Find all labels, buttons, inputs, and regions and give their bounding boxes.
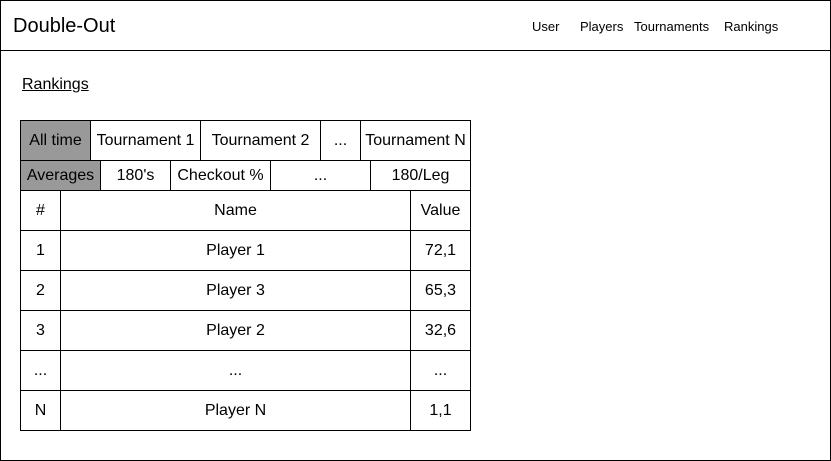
tab-label: All time — [29, 131, 82, 149]
cell-text: 2 — [36, 281, 45, 299]
header-label: Value — [420, 201, 461, 219]
tab-label: Tournament 2 — [211, 131, 310, 149]
cell-text: N — [34, 401, 47, 419]
header-label: # — [36, 201, 45, 219]
cell-text: 1,1 — [429, 401, 452, 419]
tab-180s[interactable]: 180's — [100, 160, 171, 191]
tab-label: Tournament N — [365, 131, 466, 149]
column-header-rank: # — [20, 190, 61, 231]
tab-180-per-leg[interactable]: 180/Leg — [370, 160, 471, 191]
column-header-value: Value — [410, 190, 471, 231]
tab-label: Tournament 1 — [96, 131, 195, 149]
tab-tournament-2[interactable]: Tournament 2 — [200, 120, 321, 161]
cell-text: 3 — [36, 321, 45, 339]
cell-text: Player 2 — [206, 321, 265, 339]
cell-text: Player N — [204, 401, 267, 419]
rank-cell: 3 — [20, 310, 61, 351]
cell-text: Player 1 — [206, 241, 265, 259]
tab-tournament-n[interactable]: Tournament N — [360, 120, 471, 161]
page-title[interactable]: Rankings — [22, 76, 89, 94]
value-cell: 1,1 — [410, 390, 471, 431]
cell-text: ... — [433, 361, 448, 379]
nav-user[interactable]: User — [532, 19, 559, 34]
cell-text: Player 3 — [206, 281, 265, 299]
tab-label: ... — [313, 166, 328, 184]
cell-text: 72,1 — [424, 241, 457, 259]
tab-more-metrics[interactable]: ... — [270, 160, 371, 191]
cell-text: 65,3 — [424, 281, 457, 299]
player-name-cell[interactable]: Player N — [60, 390, 411, 431]
app-title: Double-Out — [13, 15, 116, 37]
value-cell: ... — [410, 350, 471, 391]
player-name-cell[interactable]: Player 3 — [60, 270, 411, 311]
value-cell: 32,6 — [410, 310, 471, 351]
rank-cell: ... — [20, 350, 61, 391]
rank-cell: 1 — [20, 230, 61, 271]
value-cell: 72,1 — [410, 230, 471, 271]
player-name-cell[interactable]: Player 2 — [60, 310, 411, 351]
cell-text: 32,6 — [424, 321, 457, 339]
cell-text: ... — [228, 361, 243, 379]
tab-tournament-1[interactable]: Tournament 1 — [90, 120, 201, 161]
nav-tournaments[interactable]: Tournaments — [634, 19, 709, 34]
player-name-cell[interactable]: Player 1 — [60, 230, 411, 271]
header-label: Name — [214, 201, 257, 219]
column-header-name: Name — [60, 190, 411, 231]
tab-averages[interactable]: Averages — [20, 160, 101, 191]
value-cell: 65,3 — [410, 270, 471, 311]
tab-label: 180's — [116, 166, 155, 184]
tab-all-time[interactable]: All time — [20, 120, 91, 161]
tab-checkout-percent[interactable]: Checkout % — [170, 160, 271, 191]
player-name-cell: ... — [60, 350, 411, 391]
cell-text: 1 — [36, 241, 45, 259]
tab-label: Averages — [26, 166, 95, 184]
nav-rankings[interactable]: Rankings — [724, 19, 778, 34]
tab-label: 180/Leg — [391, 166, 450, 184]
cell-text: ... — [33, 361, 48, 379]
rank-cell: N — [20, 390, 61, 431]
tab-label: Checkout % — [177, 166, 264, 184]
tab-more-tournaments[interactable]: ... — [320, 120, 361, 161]
rank-cell: 2 — [20, 270, 61, 311]
tab-label: ... — [333, 131, 348, 149]
nav-players[interactable]: Players — [580, 19, 623, 34]
header-bar: Double-Out User Players Tournaments Rank… — [1, 1, 830, 51]
